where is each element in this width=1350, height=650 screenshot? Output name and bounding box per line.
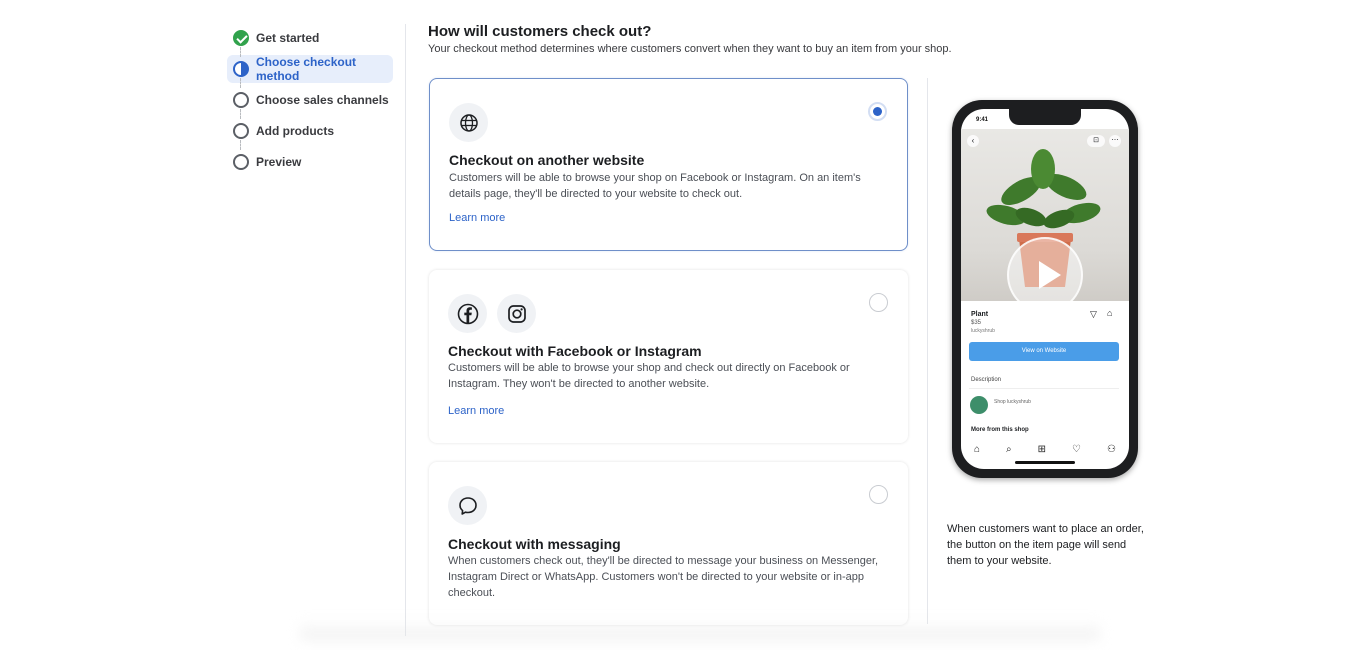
cart-icon[interactable]: ⊡ (1087, 135, 1105, 147)
globe-icon (449, 103, 488, 142)
preview-caption: When customers want to place an order, t… (947, 523, 1144, 567)
preview-divider (927, 78, 928, 624)
product-seller: luckyshrub (971, 328, 995, 334)
check-circle-icon (233, 30, 249, 46)
home-icon[interactable]: ⌂ (974, 444, 980, 455)
step-choose-checkout-method[interactable]: Choose checkout method (227, 55, 393, 83)
home-indicator (1015, 461, 1075, 464)
heart-icon[interactable]: ♡ (1072, 444, 1081, 455)
phone-notch (1009, 109, 1081, 125)
step-connector (240, 109, 241, 119)
empty-circle-icon (233, 92, 249, 108)
play-icon[interactable] (1007, 237, 1083, 313)
empty-circle-icon (233, 154, 249, 170)
step-label: Preview (256, 155, 302, 169)
back-icon[interactable]: ‹ (967, 135, 979, 147)
step-connector (240, 140, 241, 150)
instagram-icon (497, 294, 536, 333)
option-radio[interactable] (869, 293, 888, 312)
search-icon[interactable]: ⌕ (1006, 444, 1012, 455)
sidebar-divider (405, 24, 406, 636)
more-icon[interactable]: ⋯ (1109, 135, 1121, 147)
option-title: Checkout with messaging (448, 536, 621, 552)
option-title: Checkout on another website (449, 152, 645, 168)
profile-icon[interactable]: ⚇ (1107, 444, 1116, 455)
empty-circle-icon (233, 123, 249, 139)
setup-steps: Get started Choose checkout method Choos… (227, 24, 397, 179)
step-label: Choose sales channels (256, 93, 389, 107)
option-radio[interactable] (868, 102, 887, 121)
page-title: How will customers check out? (428, 23, 652, 40)
learn-more-link[interactable]: Learn more (449, 212, 505, 224)
step-connector (240, 78, 241, 88)
step-add-products[interactable]: Add products (227, 117, 397, 145)
step-label: Add products (256, 124, 334, 138)
divider (969, 388, 1119, 389)
shop-name: Shop luckyshrub (994, 399, 1031, 405)
step-choose-sales-channels[interactable]: Choose sales channels (227, 86, 397, 114)
option-description: Customers will be able to browse your sh… (448, 362, 850, 390)
option-card-another-website[interactable]: Checkout on another website Customers wi… (429, 78, 908, 251)
option-description: Customers will be able to browse your sh… (449, 172, 861, 200)
step-get-started[interactable]: Get started (227, 24, 397, 52)
phone-preview: 9:41 ‹ ⊡ ⋯ Plant $35 luckyshrub ▽ ⌂ View… (952, 100, 1138, 478)
bottom-nav: ⌂ ⌕ ⊞ ♡ ⚇ (961, 437, 1129, 461)
option-description: When customers check out, they'll be dir… (448, 555, 879, 599)
add-icon[interactable]: ⊞ (1038, 444, 1046, 455)
product-name: Plant (971, 311, 989, 318)
product-price: $35 (971, 320, 982, 326)
facebook-icon (448, 294, 487, 333)
bottom-shadow (300, 620, 1100, 640)
option-radio[interactable] (869, 485, 888, 504)
step-label: Choose checkout method (256, 55, 357, 83)
shop-avatar (970, 396, 988, 414)
chat-bubble-icon (448, 486, 487, 525)
step-label: Get started (256, 31, 320, 45)
more-from-shop-label: More from this shop (971, 427, 1029, 433)
phone-time: 9:41 (976, 117, 989, 123)
option-card-facebook-instagram[interactable]: Checkout with Facebook or Instagram Cust… (429, 270, 908, 443)
page-subtitle: Your checkout method determines where cu… (428, 43, 952, 55)
bookmark-icon[interactable]: ⌂ (1107, 308, 1112, 318)
description-label: Description (971, 377, 1002, 383)
view-on-website-button[interactable]: View on Website (969, 342, 1119, 361)
step-connector (240, 47, 241, 57)
half-circle-icon (233, 61, 249, 77)
step-preview[interactable]: Preview (227, 148, 397, 176)
option-title: Checkout with Facebook or Instagram (448, 343, 702, 359)
share-icon[interactable]: ▽ (1090, 309, 1097, 320)
phone-screen: 9:41 ‹ ⊡ ⋯ Plant $35 luckyshrub ▽ ⌂ View… (961, 109, 1129, 469)
learn-more-link[interactable]: Learn more (448, 405, 504, 417)
option-card-messaging[interactable]: Checkout with messaging When customers c… (429, 462, 908, 625)
